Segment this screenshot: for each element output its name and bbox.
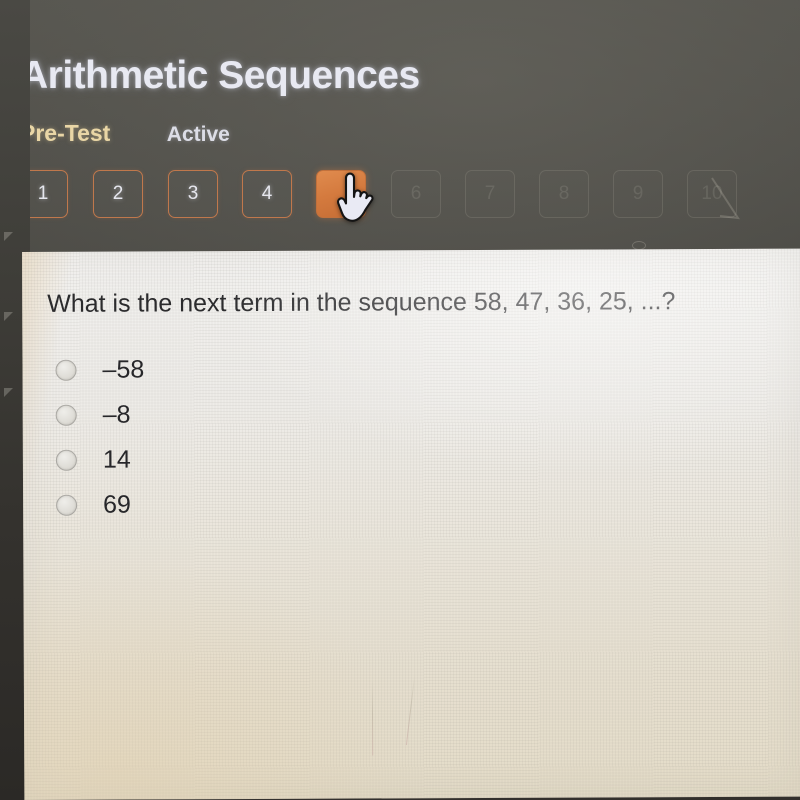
question-prompt: What is the next term in the sequence 58… xyxy=(47,287,676,318)
radio-button-icon[interactable] xyxy=(55,449,77,471)
page-button-label: 1 xyxy=(37,183,49,204)
page-button-label: 4 xyxy=(261,183,273,204)
page-button-label: 2 xyxy=(112,183,124,204)
answer-option-label: 69 xyxy=(103,490,131,519)
subtitle-row: Pre-Test Active xyxy=(20,120,230,152)
screenshot-root: Arithmetic Sequences Pre-Test Active 1 2… xyxy=(0,0,800,800)
answer-option-3[interactable]: 14 xyxy=(55,437,145,482)
panel-scratch xyxy=(371,680,374,756)
active-status-label: Active xyxy=(166,123,230,146)
answer-option-label: –8 xyxy=(102,400,131,429)
answer-option-1[interactable]: –58 xyxy=(55,347,144,392)
page-button-9[interactable]: 9 xyxy=(613,170,663,218)
answer-option-4[interactable]: 69 xyxy=(56,482,145,527)
answer-options-list: –58 –8 14 69 xyxy=(55,347,145,527)
page-button-label: 8 xyxy=(558,183,570,204)
answer-option-2[interactable]: –8 xyxy=(55,392,145,437)
page-button-7[interactable]: 7 xyxy=(465,170,515,218)
answer-option-label: 14 xyxy=(102,445,131,474)
page-button-6[interactable]: 6 xyxy=(391,170,441,218)
page-button-2[interactable]: 2 xyxy=(93,170,143,218)
page-button-4[interactable]: 4 xyxy=(242,170,292,218)
answer-option-label: –58 xyxy=(102,355,145,384)
page-button-8[interactable]: 8 xyxy=(539,170,589,218)
page-button-label: 3 xyxy=(187,183,199,204)
page-button-label: 7 xyxy=(484,183,496,204)
panel-scratch xyxy=(405,675,416,746)
rail-triangle-icon xyxy=(4,388,13,397)
page-title: Arithmetic Sequences xyxy=(20,54,420,97)
page-button-label: 9 xyxy=(632,183,644,204)
radio-button-icon[interactable] xyxy=(55,404,77,426)
rail-triangle-icon xyxy=(4,232,13,241)
radio-button-icon[interactable] xyxy=(55,359,77,381)
faint-arrow-icon xyxy=(711,177,740,220)
rail-triangle-icon xyxy=(4,312,13,321)
pointing-hand-cursor-icon xyxy=(337,172,374,222)
header-region: Arithmetic Sequences Pre-Test Active xyxy=(0,0,800,258)
question-content-panel: What is the next term in the sequence 58… xyxy=(22,248,800,800)
pre-test-label: Pre-Test xyxy=(20,120,111,146)
page-button-3[interactable]: 3 xyxy=(168,170,218,218)
radio-button-icon[interactable] xyxy=(56,494,78,516)
page-button-label: 6 xyxy=(410,183,422,204)
